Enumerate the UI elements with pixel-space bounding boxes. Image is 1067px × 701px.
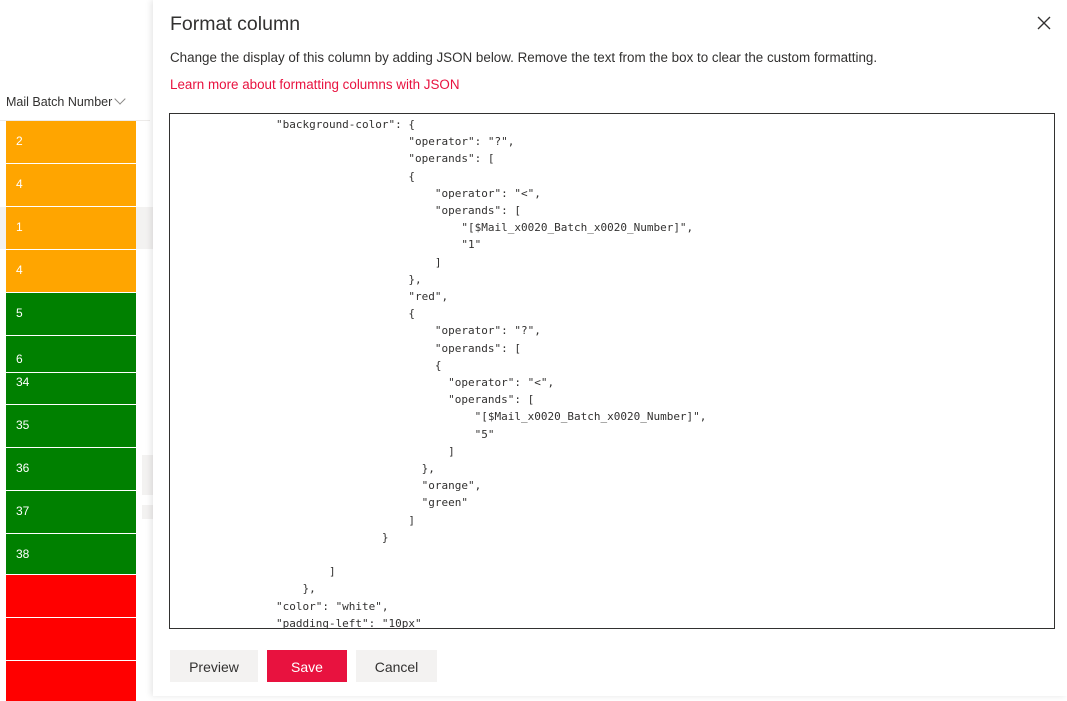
scrollbar-segment[interactable] bbox=[142, 455, 153, 495]
list-cell[interactable]: 36 bbox=[6, 448, 136, 490]
chevron-down-icon bbox=[114, 93, 126, 105]
format-column-panel: Format column Change the display of this… bbox=[153, 0, 1067, 696]
cancel-button[interactable]: Cancel bbox=[356, 650, 437, 682]
cell-value: 1 bbox=[16, 220, 23, 234]
preview-button[interactable]: Preview bbox=[170, 650, 258, 682]
list-cell[interactable] bbox=[6, 618, 136, 660]
list-cell[interactable]: 2 bbox=[6, 121, 136, 163]
column-header-mail-batch-number[interactable]: Mail Batch Number bbox=[6, 93, 126, 109]
panel-description: Change the display of this column by add… bbox=[170, 50, 878, 65]
list-cell[interactable]: 35 bbox=[6, 405, 136, 447]
cell-value: 35 bbox=[16, 418, 30, 432]
scrollbar-segment[interactable] bbox=[142, 505, 153, 519]
list-cell[interactable]: 38 bbox=[6, 534, 136, 574]
panel-title: Format column bbox=[170, 13, 301, 35]
close-icon bbox=[1037, 16, 1051, 30]
list-cell[interactable] bbox=[6, 575, 136, 617]
list-cell[interactable]: 6 bbox=[6, 336, 136, 372]
list-cell[interactable]: 37 bbox=[6, 491, 136, 533]
json-editor[interactable]: "background-color": { "operator": "?", "… bbox=[169, 113, 1055, 629]
column-header-label: Mail Batch Number bbox=[6, 95, 113, 109]
list-cell[interactable]: 5 bbox=[6, 293, 136, 335]
list-view: Mail Batch Number 2 4 1 4 5 6 34 35 36 37 38 bbox=[0, 0, 153, 701]
cell-value: 36 bbox=[16, 461, 30, 475]
save-button[interactable]: Save bbox=[267, 650, 347, 682]
json-editor-text[interactable]: "background-color": { "operator": "?", "… bbox=[170, 116, 706, 628]
cell-value: 34 bbox=[16, 375, 30, 389]
cell-value: 4 bbox=[16, 177, 23, 191]
cell-value: 2 bbox=[16, 134, 23, 148]
learn-more-link[interactable]: Learn more about formatting columns with… bbox=[170, 77, 460, 92]
cell-value: 6 bbox=[16, 352, 23, 366]
cell-value: 38 bbox=[16, 547, 30, 561]
list-cell[interactable]: 34 bbox=[6, 373, 136, 404]
list-cell[interactable] bbox=[6, 661, 136, 701]
list-cell[interactable]: 1 bbox=[6, 207, 136, 249]
cell-value: 37 bbox=[16, 504, 30, 518]
close-button[interactable] bbox=[1031, 10, 1057, 36]
list-cell[interactable]: 4 bbox=[6, 164, 136, 206]
cell-value: 5 bbox=[16, 306, 23, 320]
cell-value: 4 bbox=[16, 263, 23, 277]
list-cell[interactable]: 4 bbox=[6, 250, 136, 292]
